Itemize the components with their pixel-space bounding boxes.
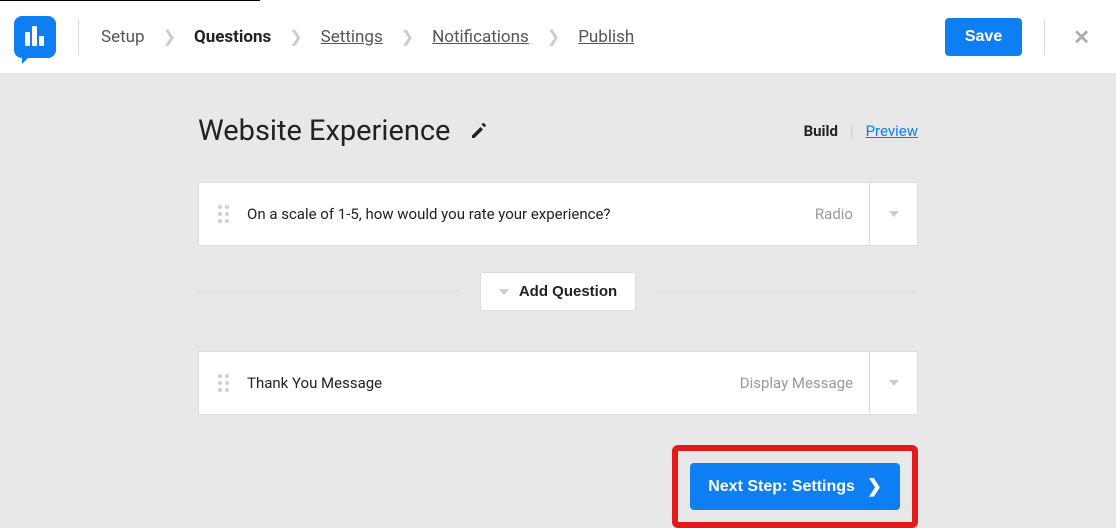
chevron-right-icon: ❯ [289, 27, 302, 46]
crumb-setup[interactable]: Setup [101, 27, 145, 47]
thankyou-card[interactable]: Thank You Message Display Message [198, 351, 918, 415]
divider [656, 291, 918, 292]
chevron-right-icon: ❯ [867, 476, 882, 497]
thankyou-type: Display Message [740, 374, 869, 392]
thankyou-text: Thank You Message [247, 374, 740, 392]
question-card[interactable]: On a scale of 1-5, how would you rate yo… [198, 182, 918, 246]
add-question-label: Add Question [519, 283, 617, 300]
add-question-button[interactable]: Add Question [480, 272, 636, 311]
page-title: Website Experience [198, 114, 450, 148]
divider: | [850, 122, 854, 140]
app-logo[interactable] [14, 16, 56, 58]
chevron-right-icon: ❯ [547, 27, 560, 46]
drag-handle-icon[interactable] [199, 374, 247, 392]
expand-toggle[interactable] [869, 183, 917, 245]
crumb-questions[interactable]: Questions [194, 27, 271, 47]
next-step-button[interactable]: Next Step: Settings ❯ [690, 463, 900, 510]
view-tab-build[interactable]: Build [804, 122, 838, 140]
pencil-icon[interactable] [470, 122, 488, 140]
chevron-right-icon: ❯ [163, 27, 176, 46]
caret-down-icon [889, 380, 899, 386]
crumb-notifications[interactable]: Notifications [432, 27, 529, 47]
question-text: On a scale of 1-5, how would you rate yo… [247, 205, 815, 223]
caret-down-icon [889, 211, 899, 217]
crumb-settings[interactable]: Settings [321, 27, 383, 47]
divider [78, 19, 79, 55]
save-button[interactable]: Save [945, 18, 1022, 56]
view-tab-preview[interactable]: Preview [866, 122, 918, 140]
highlight-box: Next Step: Settings ❯ [672, 445, 918, 528]
breadcrumb: Setup ❯ Questions ❯ Settings ❯ Notificat… [101, 27, 945, 47]
divider [198, 291, 460, 292]
close-icon[interactable]: ✕ [1067, 19, 1096, 55]
crumb-publish[interactable]: Publish [578, 27, 634, 47]
question-type: Radio [815, 205, 869, 223]
caret-down-icon [499, 289, 509, 295]
expand-toggle[interactable] [869, 352, 917, 414]
drag-handle-icon[interactable] [199, 205, 247, 223]
chevron-right-icon: ❯ [401, 27, 414, 46]
next-step-label: Next Step: Settings [708, 478, 855, 496]
divider [1044, 19, 1045, 55]
